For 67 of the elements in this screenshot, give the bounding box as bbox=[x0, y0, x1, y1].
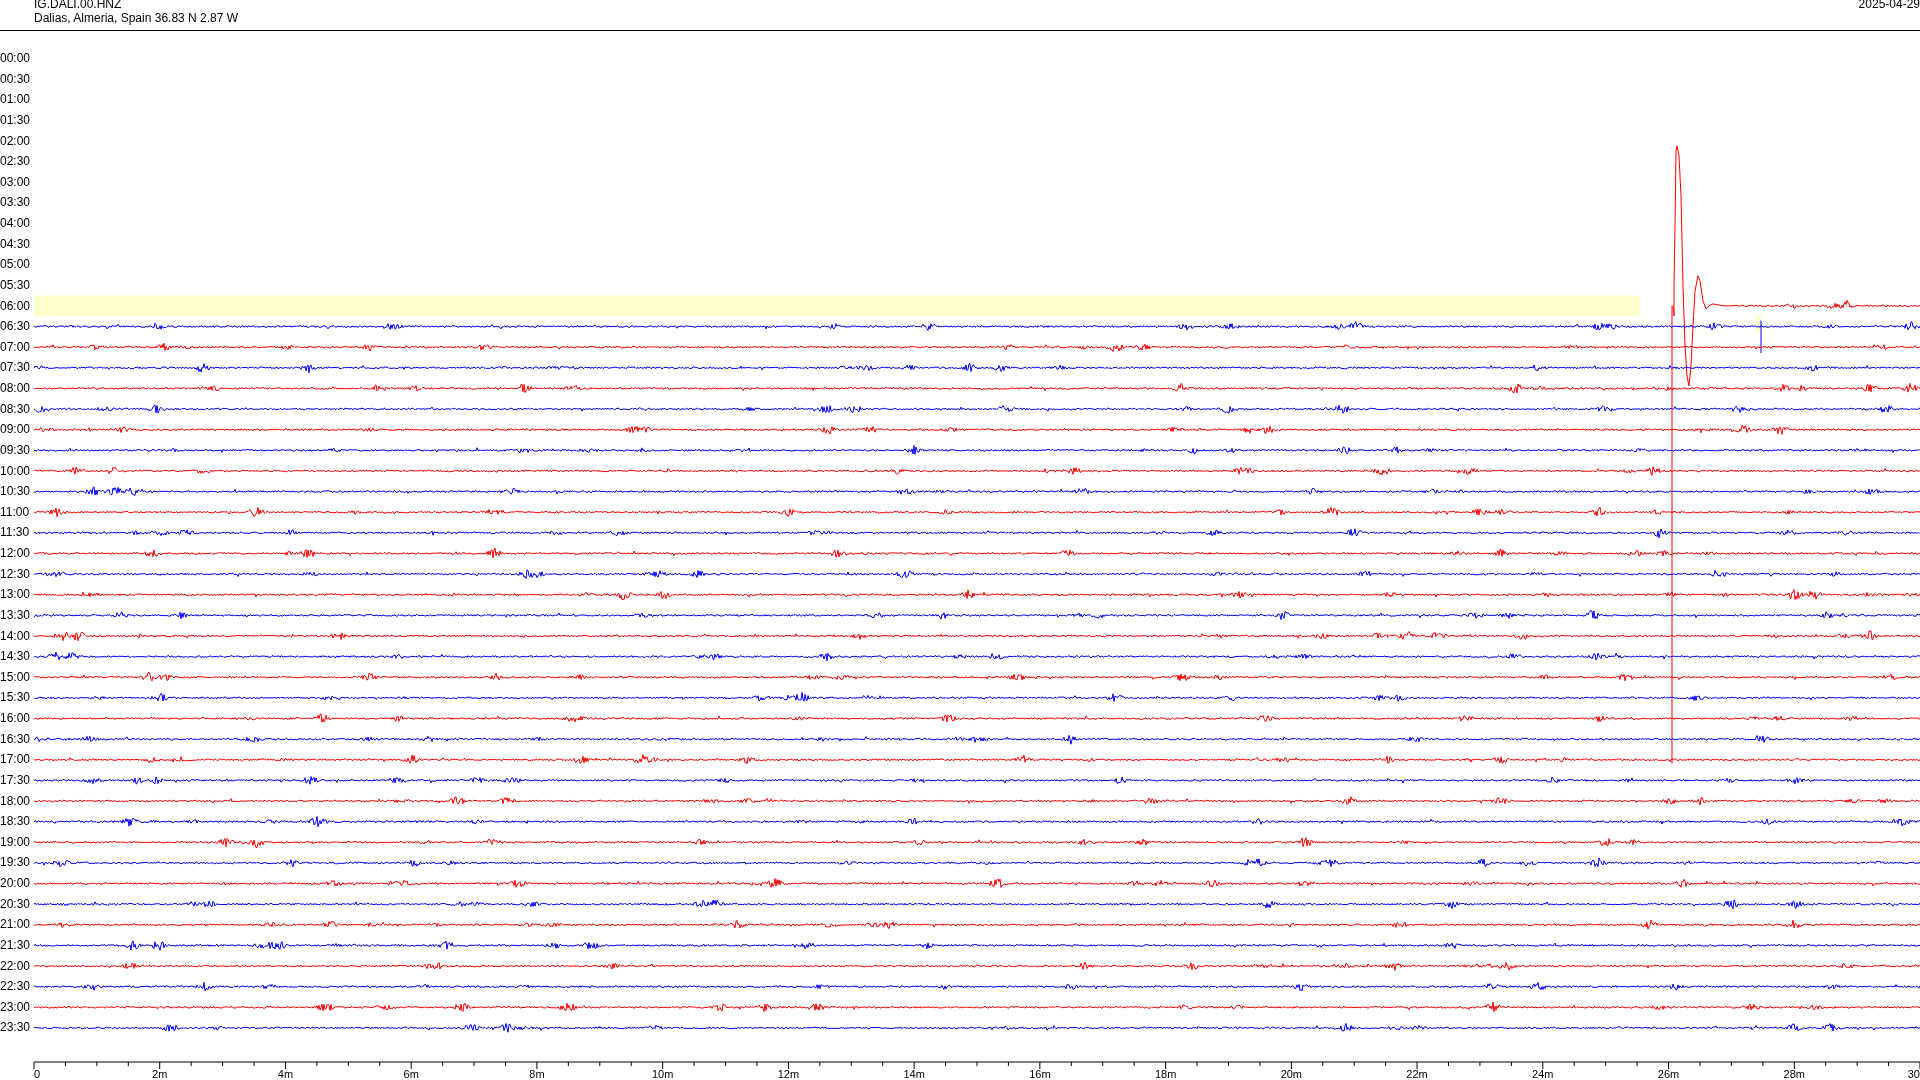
time-label: 05:30 bbox=[0, 276, 31, 294]
axis-label: 14m bbox=[903, 1068, 925, 1080]
axis-label: 10m bbox=[651, 1068, 674, 1080]
time-label: 10:00 bbox=[0, 462, 31, 480]
axis-label: 18m bbox=[1154, 1068, 1177, 1080]
time-label: 12:30 bbox=[0, 565, 31, 583]
time-label: 19:30 bbox=[0, 854, 31, 872]
time-label: 01:00 bbox=[0, 91, 31, 109]
axis-label: 4m bbox=[277, 1068, 294, 1080]
time-label: 19:00 bbox=[0, 833, 31, 851]
time-label: 16:30 bbox=[0, 730, 31, 748]
time-label: 00:00 bbox=[0, 50, 31, 67]
time-label: 09:30 bbox=[0, 441, 31, 459]
time-label: 12:00 bbox=[0, 545, 31, 562]
time-label: 09:00 bbox=[0, 421, 31, 439]
time-label: 07:30 bbox=[0, 359, 31, 377]
station-location: Dalias, Almeria, Spain 36.83 N 2.87 W bbox=[34, 11, 239, 25]
time-label: 13:30 bbox=[0, 606, 31, 624]
time-label: 06:30 bbox=[0, 318, 31, 336]
time-label: 02:00 bbox=[0, 132, 31, 150]
axis-label: 20m bbox=[1280, 1068, 1303, 1080]
time-label: 03:00 bbox=[0, 173, 31, 191]
axis-label: 16m bbox=[1029, 1068, 1051, 1080]
time-label: 21:00 bbox=[0, 916, 31, 934]
time-label: 22:30 bbox=[0, 978, 31, 996]
station-code: IG.DALI.00.HNZ bbox=[34, 0, 123, 11]
time-label: 05:00 bbox=[0, 256, 31, 274]
time-label: 08:30 bbox=[0, 400, 31, 418]
axis-label: 28m bbox=[1783, 1068, 1805, 1080]
time-label: 21:30 bbox=[0, 936, 31, 954]
time-label: 02:30 bbox=[0, 153, 31, 171]
time-label: 11:00 bbox=[0, 503, 30, 521]
axis-label: 26m bbox=[1657, 1068, 1680, 1080]
time-label: 18:00 bbox=[0, 792, 31, 810]
time-label: 04:30 bbox=[0, 235, 31, 253]
time-label: 03:30 bbox=[0, 194, 31, 212]
time-label: 23:00 bbox=[0, 998, 31, 1016]
axis-label: 2m bbox=[152, 1068, 168, 1080]
time-label: 04:00 bbox=[0, 215, 31, 232]
time-label: 17:30 bbox=[0, 771, 31, 789]
time-label: 22:00 bbox=[0, 957, 31, 975]
time-label: 14:00 bbox=[0, 627, 31, 645]
time-label: 01:30 bbox=[0, 111, 31, 129]
time-label: 17:00 bbox=[0, 751, 31, 769]
time-label: 11:30 bbox=[0, 524, 30, 542]
axis-label: 8m bbox=[529, 1068, 545, 1080]
time-label: 14:30 bbox=[0, 648, 31, 666]
time-label: 06:00 bbox=[0, 297, 31, 315]
time-label: 10:30 bbox=[0, 483, 31, 501]
time-label: 20:00 bbox=[0, 875, 31, 892]
axis-label: 30 bbox=[1907, 1068, 1920, 1080]
time-label: 15:30 bbox=[0, 689, 31, 707]
time-label: 00:30 bbox=[0, 70, 31, 88]
time-label: 23:30 bbox=[0, 1019, 31, 1037]
axis-label: 22m bbox=[1406, 1068, 1428, 1080]
time-label: 18:30 bbox=[0, 813, 31, 831]
time-label: 13:00 bbox=[0, 586, 31, 604]
time-label: 15:00 bbox=[0, 668, 31, 686]
axis-label: 12m bbox=[777, 1068, 800, 1080]
time-label: 16:00 bbox=[0, 710, 31, 727]
time-label: 08:00 bbox=[0, 380, 31, 397]
axis-label: 6m bbox=[403, 1068, 419, 1080]
time-label: 07:00 bbox=[0, 338, 31, 356]
axis-label: 0 bbox=[34, 1068, 41, 1080]
plot-date: 2025-04-29 bbox=[1858, 0, 1920, 11]
axis-label: 24m bbox=[1532, 1068, 1554, 1080]
time-label: 20:30 bbox=[0, 895, 31, 913]
